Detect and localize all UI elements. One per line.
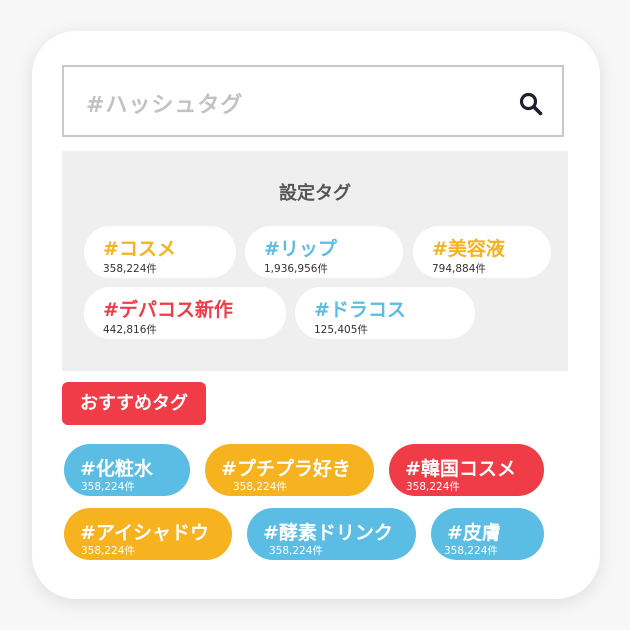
tag-name: #酵素ドリンク xyxy=(263,522,393,544)
recommended-tag[interactable]: #アイシャドウ 358,224件 xyxy=(64,508,232,560)
tag-name: #ドラコス xyxy=(314,299,406,321)
tag-count: 358,224件 xyxy=(406,481,460,493)
search-icon[interactable] xyxy=(518,91,544,117)
tag-count: 358,224件 xyxy=(233,481,287,493)
tag-count: 358,224件 xyxy=(81,481,135,493)
tag-name: #美容液 xyxy=(432,238,505,260)
settings-tag[interactable]: #デパコス新作 442,816件 xyxy=(84,287,286,339)
tag-count: 442,816件 xyxy=(103,324,157,336)
settings-tags-panel: 設定タグ #コスメ 358,224件 #リップ 1,936,956件 #美容液 … xyxy=(62,151,568,371)
search-box[interactable]: #ハッシュタグ xyxy=(62,65,564,137)
settings-tag[interactable]: #ドラコス 125,405件 xyxy=(295,287,475,339)
tag-name: #アイシャドウ xyxy=(80,522,209,544)
settings-tag[interactable]: #コスメ 358,224件 xyxy=(84,226,236,278)
tag-count: 125,405件 xyxy=(314,324,368,336)
hashtag-card: #ハッシュタグ 設定タグ #コスメ 358,224件 #リップ 1,936,95… xyxy=(32,31,600,599)
settings-title: 設定タグ xyxy=(279,183,351,204)
recommended-tag[interactable]: #化粧水 358,224件 xyxy=(64,444,190,496)
recommended-tag[interactable]: #プチプラ好き 358,224件 xyxy=(205,444,374,496)
settings-tag[interactable]: #美容液 794,884件 xyxy=(413,226,551,278)
tag-count: 794,884件 xyxy=(432,263,486,275)
tag-count: 358,224件 xyxy=(444,545,498,557)
tag-name: #コスメ xyxy=(103,238,176,260)
recommended-tag[interactable]: #韓国コスメ 358,224件 xyxy=(389,444,544,496)
tag-name: #デパコス新作 xyxy=(103,299,233,321)
tag-count: 1,936,956件 xyxy=(264,263,328,275)
search-input[interactable]: #ハッシュタグ xyxy=(86,87,243,119)
tag-name: #化粧水 xyxy=(80,458,153,480)
recommended-tag[interactable]: #皮膚 358,224件 xyxy=(431,508,544,560)
settings-tag[interactable]: #リップ 1,936,956件 xyxy=(245,226,403,278)
tag-name: #皮膚 xyxy=(447,522,501,544)
tag-count: 358,224件 xyxy=(103,263,157,275)
recommended-tag[interactable]: #酵素ドリンク 358,224件 xyxy=(247,508,416,560)
tag-name: #プチプラ好き xyxy=(221,458,351,480)
tag-count: 358,224件 xyxy=(269,545,323,557)
tag-count: 358,224件 xyxy=(81,545,135,557)
tag-name: #韓国コスメ xyxy=(405,458,516,480)
tag-name: #リップ xyxy=(264,238,337,260)
recommended-label: おすすめタグ xyxy=(62,382,206,425)
